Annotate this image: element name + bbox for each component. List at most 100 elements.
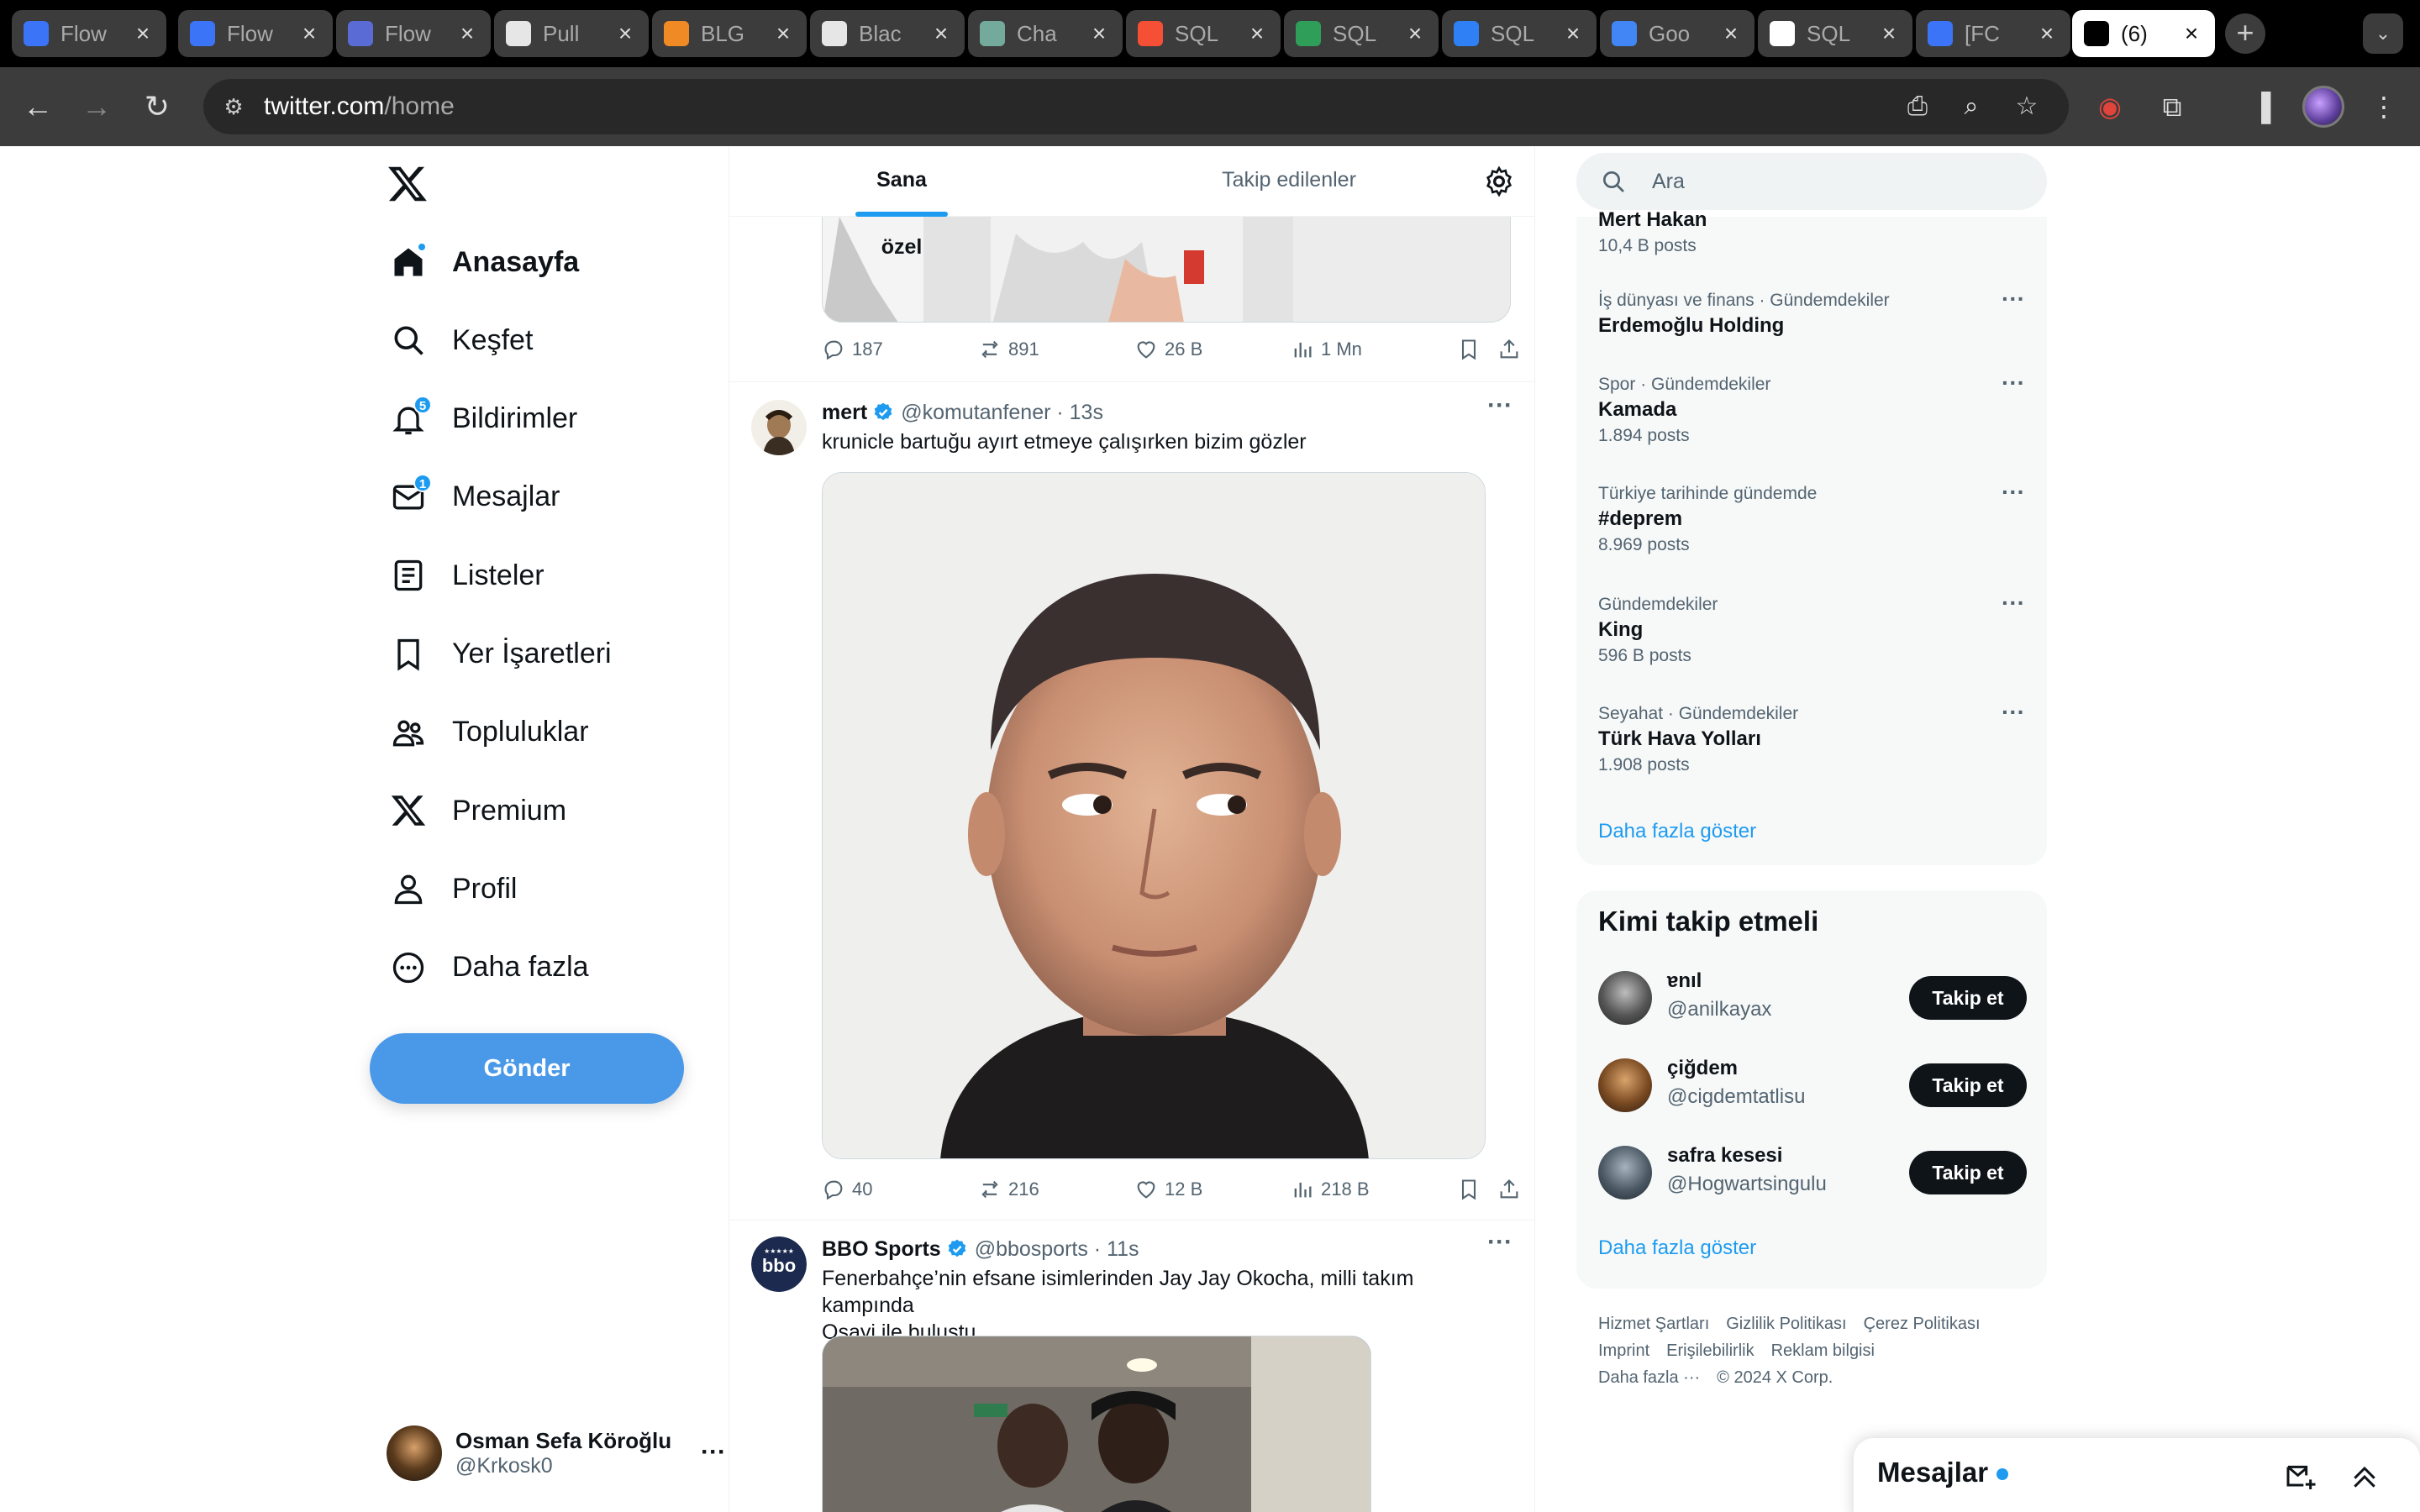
close-tab-icon[interactable]: × — [1877, 20, 1901, 47]
search-input[interactable] — [1652, 153, 2022, 210]
views-button[interactable]: 218 B — [1291, 1173, 1370, 1206]
more-icon[interactable]: ··· — [2002, 286, 2025, 312]
browser-menu-icon[interactable]: ⋮ — [2365, 87, 2403, 126]
nav-item-x-premium[interactable]: Premium — [387, 784, 566, 837]
avatar[interactable] — [1598, 1058, 1652, 1112]
bookmark-star-icon[interactable]: ☆ — [2010, 92, 2044, 122]
nav-item-bookmark[interactable]: Yer İşaretleri — [387, 627, 612, 681]
tweet-author-name[interactable]: BBO Sports — [822, 1237, 941, 1262]
account-switcher[interactable]: Osman Sefa Köroğlu @Krkosk0 ··· — [387, 1423, 726, 1483]
nav-item-mail[interactable]: 1 Mesajlar — [387, 470, 560, 524]
new-message-icon[interactable] — [2284, 1460, 2317, 1494]
follow-suggestion[interactable]: safra kesesi @Hogwartsingulu Takip et — [1598, 1144, 2035, 1203]
bookmark-button[interactable] — [1457, 1173, 1487, 1206]
browser-profile-avatar[interactable] — [2302, 86, 2344, 128]
more-icon[interactable]: ··· — [701, 1438, 726, 1467]
browser-tab[interactable]: SQL × — [1758, 10, 1912, 57]
tab-following[interactable]: Takip edilenler — [1197, 146, 1381, 217]
install-app-icon[interactable]: ⎙ — [1901, 92, 1934, 122]
tab-search-button[interactable]: ⌄ — [2363, 13, 2403, 54]
nav-item-home[interactable]: Anasayfa — [387, 235, 579, 289]
like-button[interactable]: 12 B — [1134, 1173, 1202, 1206]
browser-tab[interactable]: Flow × — [336, 10, 491, 57]
repost-button[interactable]: 891 — [978, 333, 1039, 366]
trend-item[interactable]: Mert Hakan 10,4 B posts — [1598, 207, 2035, 259]
more-icon[interactable]: ··· — [1487, 1228, 1512, 1257]
nav-item-person[interactable]: Profil — [387, 862, 517, 916]
show-more-follow-link[interactable]: Daha fazla göster — [1598, 1236, 1756, 1260]
chevron-up-icon[interactable] — [2348, 1460, 2381, 1494]
reply-button[interactable]: 40 — [822, 1173, 872, 1206]
tab-for-you[interactable]: Sana özel — [855, 146, 948, 259]
trend-item[interactable]: Seyahat · Gündemdekiler Türk Hava Yolları… — [1598, 699, 2035, 778]
footer-link[interactable]: Erişilebilirlik — [1666, 1341, 1754, 1360]
tweet-media[interactable] — [822, 217, 1511, 323]
browser-tab[interactable]: Cha × — [968, 10, 1123, 57]
nav-item-search[interactable]: Keşfet — [387, 313, 533, 367]
browser-tab[interactable]: SQL × — [1442, 10, 1597, 57]
close-tab-icon[interactable]: × — [1561, 20, 1585, 47]
close-tab-icon[interactable]: × — [771, 20, 795, 47]
close-tab-icon[interactable]: × — [1087, 20, 1111, 47]
tweet-media[interactable] — [822, 1336, 1371, 1512]
views-button[interactable]: 1 Mn — [1291, 333, 1362, 366]
search-bar[interactable] — [1576, 153, 2047, 210]
new-tab-button[interactable]: + — [2225, 13, 2265, 54]
follow-button[interactable]: Takip et — [1909, 1151, 2027, 1194]
follow-suggestion[interactable]: ɐnıl @anilkayax Takip et — [1598, 969, 2035, 1028]
extensions-puzzle-icon[interactable]: ⧉ — [2153, 87, 2191, 126]
trend-item[interactable]: Türkiye tarihinde gündemde #deprem 8.969 p… — [1598, 479, 2035, 558]
close-tab-icon[interactable]: × — [1719, 20, 1743, 47]
close-tab-icon[interactable]: × — [1245, 20, 1269, 47]
follow-button[interactable]: Takip et — [1909, 1063, 2027, 1107]
site-info-icon[interactable]: ⚙ — [218, 92, 249, 122]
trend-item[interactable]: İş dünyası ve finans · Gündemdekiler Erde… — [1598, 286, 2035, 339]
repost-button[interactable]: 216 — [978, 1173, 1039, 1206]
close-tab-icon[interactable]: × — [2035, 20, 2059, 47]
close-tab-icon[interactable]: × — [131, 20, 155, 47]
more-icon[interactable]: ··· — [1487, 391, 1512, 420]
show-more-trends-link[interactable]: Daha fazla göster — [1598, 820, 1756, 843]
footer-link[interactable]: Daha fazla ··· — [1598, 1368, 1700, 1387]
avatar[interactable]: bbo ★★★★★ — [751, 1236, 807, 1292]
browser-tab[interactable]: [FC × — [1916, 10, 2070, 57]
share-button[interactable] — [1497, 1173, 1528, 1206]
nav-item-communities[interactable]: Topluluklar — [387, 706, 589, 759]
browser-tab[interactable]: SQL × — [1126, 10, 1281, 57]
trend-item[interactable]: Spor · Gündemdekiler Kamada 1.894 posts ··· — [1598, 370, 2035, 449]
browser-tab[interactable]: (6) × — [2072, 10, 2215, 57]
post-button[interactable]: Gönder — [370, 1033, 684, 1104]
footer-link[interactable]: Gizlilik Politikası — [1726, 1315, 1846, 1333]
tweet-media[interactable] — [822, 472, 1486, 1159]
avatar[interactable] — [1598, 971, 1652, 1025]
share-button[interactable] — [1497, 333, 1528, 366]
follow-suggestion[interactable]: çiğdem @cigdemtatlisu Takip et — [1598, 1057, 2035, 1116]
address-bar[interactable]: ⚙ twitter.com/home ⎙ ⌕ ☆ — [203, 79, 2069, 134]
browser-tab[interactable]: SQL × — [1284, 10, 1439, 57]
browser-tab[interactable]: BLG × — [652, 10, 807, 57]
footer-link[interactable]: Reklam bilgisi — [1771, 1341, 1875, 1360]
avatar[interactable] — [1598, 1146, 1652, 1200]
close-tab-icon[interactable]: × — [455, 20, 479, 47]
footer-link[interactable]: Imprint — [1598, 1341, 1649, 1360]
close-tab-icon[interactable]: × — [1403, 20, 1427, 47]
avatar[interactable] — [751, 400, 807, 455]
browser-tab[interactable]: Goo × — [1600, 10, 1754, 57]
like-button[interactable]: 26 B — [1134, 333, 1202, 366]
bookmark-button[interactable] — [1457, 333, 1487, 366]
close-tab-icon[interactable]: × — [613, 20, 637, 47]
side-panel-icon[interactable]: ▐ — [2242, 87, 2281, 126]
messages-drawer[interactable]: Mesajlar — [1854, 1438, 2420, 1512]
gear-icon[interactable] — [1482, 165, 1516, 198]
more-icon[interactable]: ··· — [2002, 370, 2025, 396]
follow-button[interactable]: Takip et — [1909, 976, 2027, 1020]
zoom-icon[interactable]: ⌕ — [1954, 92, 1988, 122]
back-icon[interactable]: ← — [17, 86, 59, 128]
browser-tab[interactable]: Pull × — [494, 10, 649, 57]
browser-tab[interactable]: Flow × — [12, 10, 166, 57]
trend-item[interactable]: Gündemdekiler King 596 B posts ··· — [1598, 590, 2035, 669]
reply-button[interactable]: 187 — [822, 333, 883, 366]
close-tab-icon[interactable]: × — [929, 20, 953, 47]
more-icon[interactable]: ··· — [2002, 590, 2025, 617]
extension-icon[interactable]: ◉ — [2091, 87, 2129, 126]
